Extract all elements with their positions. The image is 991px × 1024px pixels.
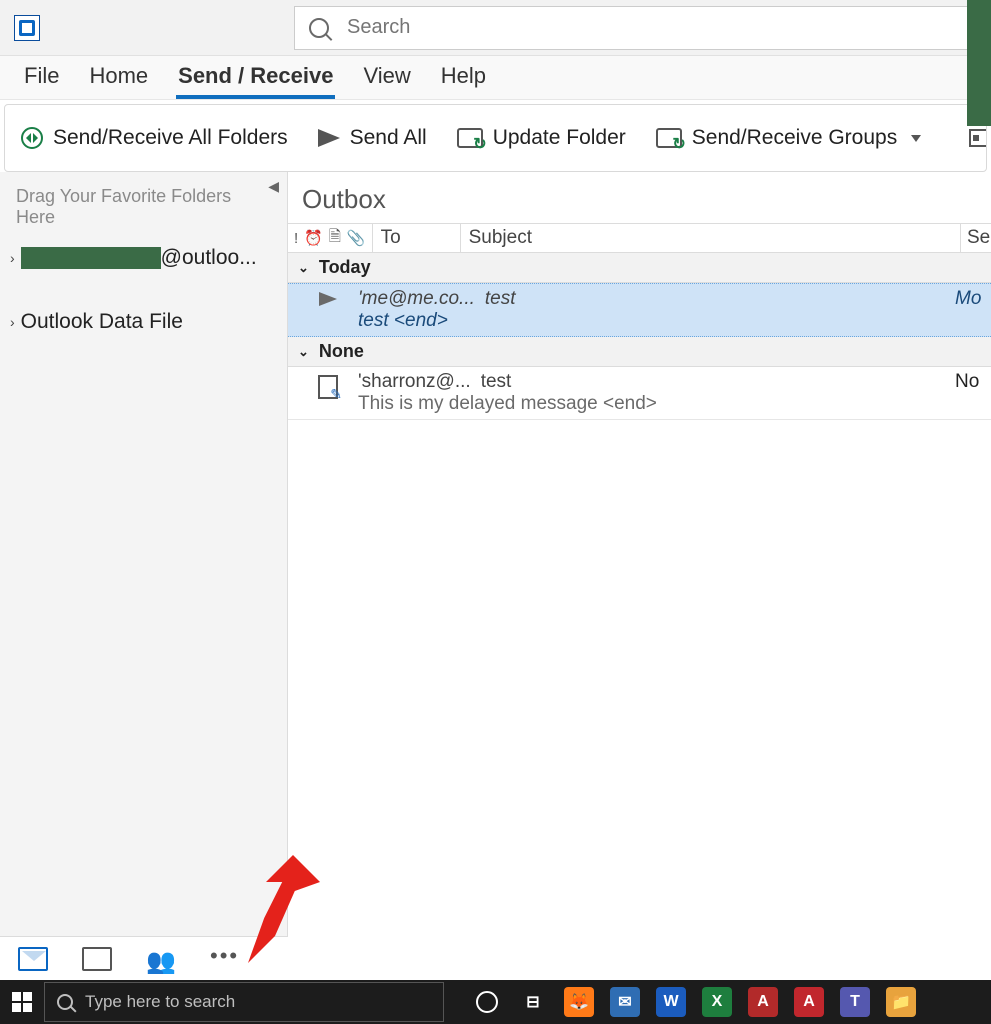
col-subject[interactable]: Subject [461, 224, 961, 252]
tab-home[interactable]: Home [87, 57, 150, 99]
send-receive-all-button[interactable]: Send/Receive All Folders [15, 122, 294, 154]
windows-logo-icon [12, 992, 32, 1012]
taskbar-search[interactable]: Type here to search [44, 982, 444, 1022]
update-folder-label: Update Folder [493, 126, 626, 150]
search-icon [57, 994, 73, 1010]
col-sent[interactable]: Ser [961, 224, 991, 252]
col-to[interactable]: To [373, 224, 461, 252]
more-icon[interactable]: ••• [210, 947, 240, 971]
acrobat-icon[interactable]: A [794, 987, 824, 1017]
calendar-icon[interactable] [82, 947, 112, 971]
taskview-icon[interactable]: ⊟ [518, 987, 548, 1017]
taskbar-apps: ⊟ 🦊 ✉ W X A A T 📁 [472, 987, 916, 1017]
expand-icon[interactable]: › [10, 314, 15, 330]
message-body: 'sharronz@... test This is my delayed me… [358, 371, 955, 415]
redaction-block [967, 0, 991, 126]
message-subject: test [485, 288, 516, 310]
ribbon: Send/Receive All Folders Send All Update… [4, 104, 987, 172]
group-header[interactable]: ⌄ Today [288, 253, 991, 283]
main-area: ◀ Drag Your Favorite Folders Here › @out… [0, 172, 991, 936]
chevron-down-icon [911, 135, 921, 142]
sr-groups-button[interactable]: Send/Receive Groups [650, 122, 927, 154]
outlook-logo-icon [14, 15, 40, 41]
send-receive-all-label: Send/Receive All Folders [53, 126, 288, 150]
explorer-icon[interactable]: 📁 [886, 987, 916, 1017]
attachment-icon[interactable]: 📎 [347, 229, 366, 247]
message-date: Mo [955, 288, 985, 332]
draft-icon [318, 375, 338, 399]
word-icon[interactable]: W [656, 987, 686, 1017]
access-icon[interactable]: A [748, 987, 778, 1017]
people-icon[interactable]: 👥 [146, 947, 176, 971]
sr-groups-label: Send/Receive Groups [692, 126, 897, 150]
data-file-label: Outlook Data File [21, 310, 183, 334]
message-row[interactable]: 'sharronz@... test This is my delayed me… [288, 367, 991, 420]
nav-shortcuts: 👥 ••• [0, 936, 288, 980]
message-preview: test <end> [358, 310, 955, 332]
cortana-icon[interactable] [472, 987, 502, 1017]
teams-icon[interactable]: T [840, 987, 870, 1017]
send-icon [319, 292, 337, 306]
folder-pane: ◀ Drag Your Favorite Folders Here › @out… [0, 172, 288, 936]
message-date: No [955, 371, 985, 415]
mail-icon[interactable] [18, 947, 48, 971]
folder-title: Outbox [288, 172, 991, 223]
chevron-down-icon: ⌄ [298, 344, 309, 360]
expand-icon[interactable]: › [10, 250, 15, 266]
importance-icon[interactable]: ! [294, 230, 298, 247]
folder-refresh-icon [457, 128, 483, 148]
send-icon [318, 129, 340, 147]
send-all-label: Send All [350, 126, 427, 150]
message-type-icon [298, 371, 358, 415]
refresh-icon [21, 127, 43, 149]
item-icon[interactable]: 🗎 [329, 226, 341, 251]
mail-app-icon[interactable]: ✉ [610, 987, 640, 1017]
progress-icon [969, 129, 987, 147]
search-box[interactable]: Search [294, 6, 991, 50]
account-suffix: @outloo... [161, 246, 257, 270]
chevron-down-icon: ⌄ [298, 260, 309, 276]
message-list: Outbox ! ⏰ 🗎 📎 To Subject Ser ⌄ Today 'm… [288, 172, 991, 936]
group-label: Today [319, 257, 371, 278]
data-file-node[interactable]: › Outlook Data File [0, 300, 287, 344]
message-type-icon [298, 288, 358, 332]
tab-view[interactable]: View [361, 57, 412, 99]
update-folder-button[interactable]: Update Folder [451, 122, 632, 154]
account-node[interactable]: › @outloo... [0, 236, 287, 280]
search-placeholder: Search [347, 16, 410, 39]
reminder-icon[interactable]: ⏰ [304, 229, 323, 247]
redacted-account-name [21, 247, 161, 269]
tab-send-receive[interactable]: Send / Receive [176, 57, 335, 99]
search-icon [309, 18, 329, 38]
folder-groups-icon [656, 128, 682, 148]
group-label: None [319, 341, 364, 362]
message-to: 'me@me.co... [358, 288, 475, 310]
windows-taskbar: Type here to search ⊟ 🦊 ✉ W X A A T 📁 [0, 980, 991, 1024]
collapse-pane-icon[interactable]: ◀ [268, 178, 279, 195]
tab-help[interactable]: Help [439, 57, 488, 99]
favorites-drop-hint: Drag Your Favorite Folders Here [0, 172, 287, 236]
group-header[interactable]: ⌄ None [288, 337, 991, 367]
excel-icon[interactable]: X [702, 987, 732, 1017]
message-row[interactable]: 'me@me.co... test test <end> Mo [288, 283, 991, 337]
column-headers[interactable]: ! ⏰ 🗎 📎 To Subject Ser [288, 223, 991, 253]
menu-bar: File Home Send / Receive View Help [0, 56, 991, 100]
start-button[interactable] [0, 980, 44, 1024]
message-to: 'sharronz@... [358, 371, 471, 393]
show-progress-button[interactable]: Sho [963, 122, 987, 154]
message-body: 'me@me.co... test test <end> [358, 288, 955, 332]
message-subject: test [481, 371, 512, 393]
col-icons[interactable]: ! ⏰ 🗎 📎 [288, 224, 373, 252]
firefox-icon[interactable]: 🦊 [564, 987, 594, 1017]
tab-file[interactable]: File [22, 57, 61, 99]
taskbar-search-placeholder: Type here to search [85, 992, 235, 1012]
send-all-button[interactable]: Send All [312, 122, 433, 154]
message-preview: This is my delayed message <end> [358, 393, 955, 415]
title-bar: Search [0, 0, 991, 56]
